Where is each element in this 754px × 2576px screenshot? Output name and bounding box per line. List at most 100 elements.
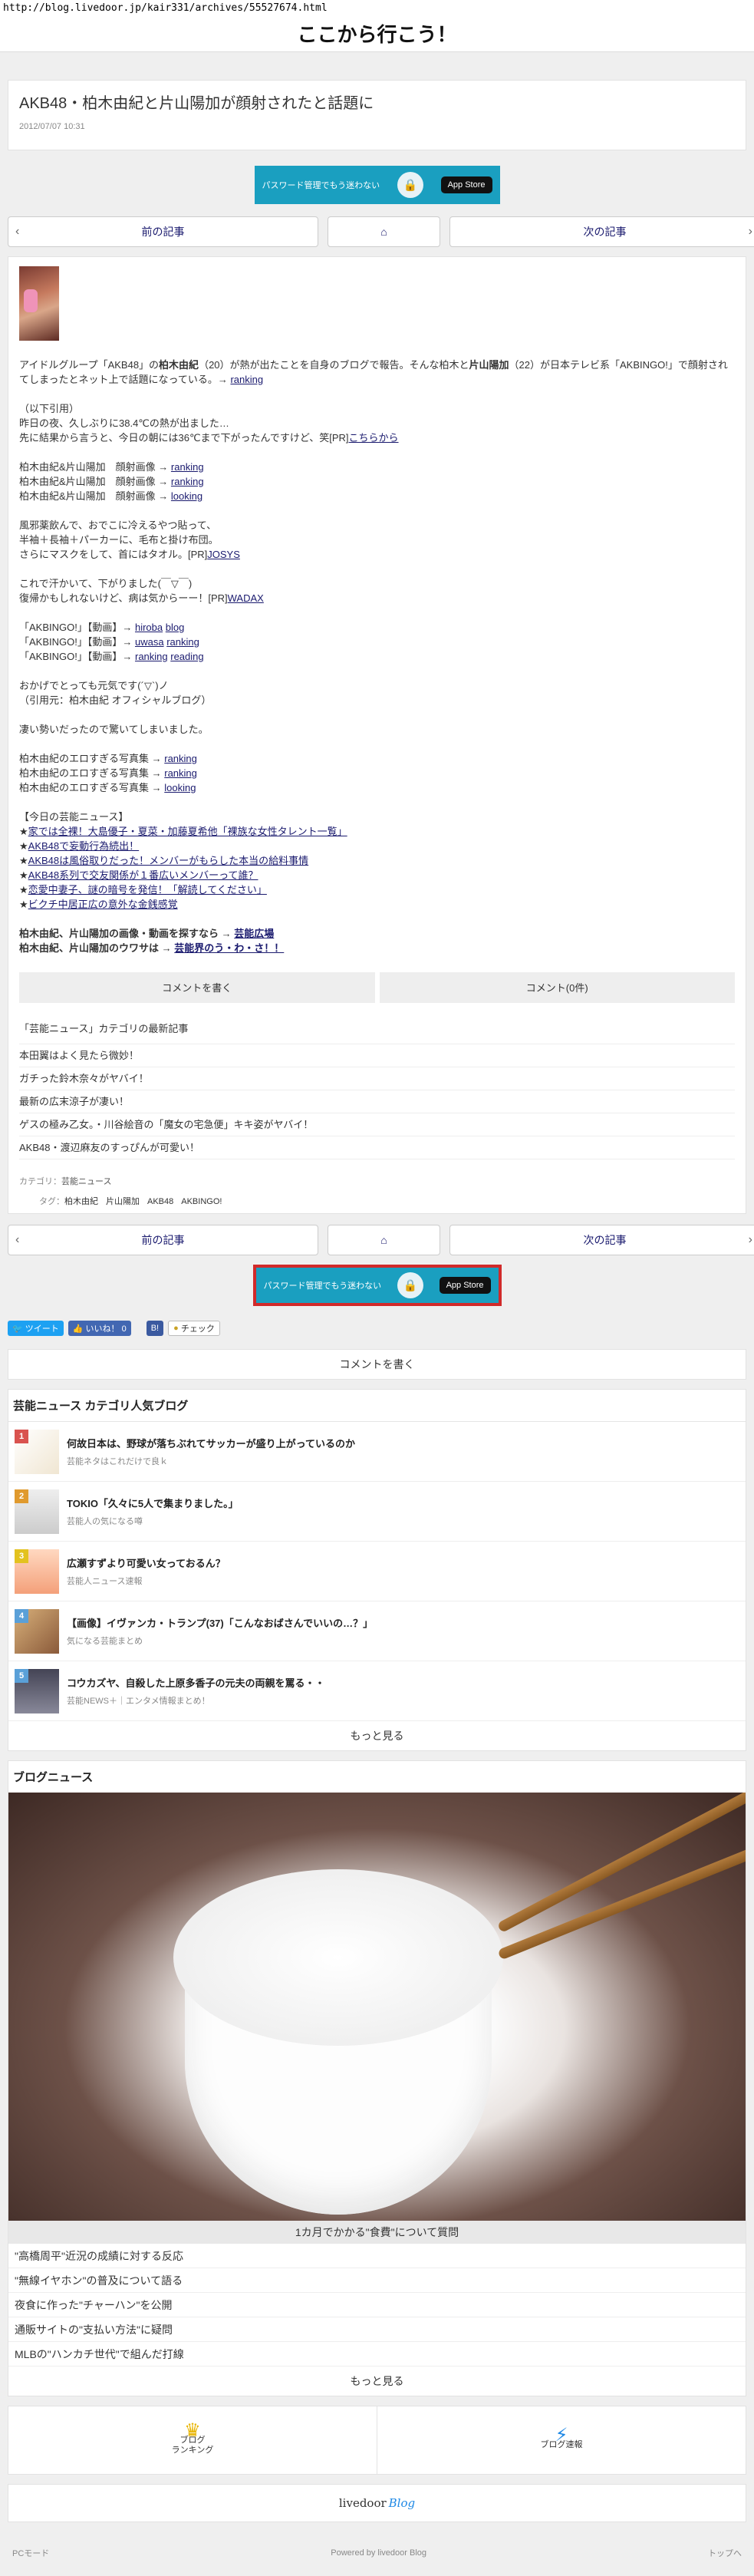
entry-date: 2012/07/07 10:31 [19, 122, 85, 131]
ranking-label-1: ブログ [179, 2435, 206, 2445]
video-link[interactable]: reading [170, 651, 203, 662]
text-line: これで汗かいて、下がりました(￣▽￣) [19, 578, 193, 589]
tag-link[interactable]: AKBINGO! [181, 1197, 222, 1206]
news-heading: 【今日の芸能ニュース】 [19, 811, 129, 823]
news-link[interactable]: AKB48で妄動行為続出！ [28, 840, 139, 852]
link-row: 柏木由紀&片山陽加 顔射画像 → ranking [19, 460, 735, 474]
popular-blog-item[interactable]: 5 コウカズヤ、自殺した上原多香子の元夫の両親を罵る・・ 芸能NEWS＋｜エンタメ情… [8, 1661, 746, 1721]
blog-news-item[interactable]: "無線イヤホン"の普及について語る [8, 2268, 746, 2293]
ranking-link[interactable]: ranking [230, 374, 263, 385]
next-article-button[interactable]: 次の記事 › [449, 216, 754, 247]
app-store-label: App Store [447, 180, 486, 190]
comment-count-button[interactable]: コメント(0件) [379, 972, 735, 1003]
tag-link[interactable]: 片山陽加 [106, 1197, 140, 1206]
blog-title[interactable]: ここから行こう！ [0, 17, 754, 52]
blog-news-item[interactable]: MLBの"ハンカチ世代"で組んだ打線 [8, 2342, 746, 2367]
pr-link[interactable]: WADAX [228, 592, 264, 604]
link-row: 柏木由紀のエロすぎる写真集 → ranking [19, 766, 735, 780]
link-row-link[interactable]: looking [171, 490, 202, 502]
link-row-link[interactable]: looking [164, 782, 196, 793]
social-buttons: 🐦 ツイート 👍 いいね！ 0 B! ● チェック [0, 1317, 754, 1340]
link-row: 柏木由紀のエロすぎる写真集 → looking [19, 780, 735, 795]
prev-article-button[interactable]: ‹ 前の記事 [8, 216, 318, 247]
home-button[interactable]: ⌂ [328, 216, 440, 247]
video-link[interactable]: uwasa [135, 636, 164, 648]
text-line: （引用元：柏木由紀 オフィシャルブログ） [19, 694, 212, 706]
video-link[interactable]: hiroba [135, 622, 163, 633]
text-line: 凄い勢いだったので驚いてしまいました。 [19, 724, 209, 735]
category-link[interactable]: 芸能ニュース [61, 1177, 111, 1186]
article-body: アイドルグループ「AKB48」の柏木由紀（20）が熱が出たことを自身のブログで報… [8, 256, 746, 1214]
link-row-link[interactable]: ranking [164, 753, 197, 764]
category-latest-item[interactable]: AKB48・渡辺麻友のすっぴんが可愛い！ [19, 1136, 735, 1159]
pr-link[interactable]: JOSYS [207, 549, 240, 560]
popular-more-button[interactable]: もっと見る [8, 1721, 746, 1750]
category-latest-item[interactable]: ガチった鈴木奈々がヤバイ！ [19, 1067, 735, 1090]
blog-ranking-button[interactable]: ♛ ブログ ランキング [8, 2406, 377, 2474]
tag-link[interactable]: 柏木由紀 [64, 1197, 98, 1206]
photo-caption[interactable]: 1カ月でかかる"食費"について質問 [8, 2221, 746, 2244]
link-row-label: 柏木由紀&片山陽加 顔射画像 → [19, 476, 169, 487]
popular-blog-item[interactable]: 3 広瀬すずより可愛い女っておるん？ 芸能人ニュース速報 [8, 1542, 746, 1601]
video-link[interactable]: ranking [166, 636, 199, 648]
category-latest-item[interactable]: ゲスの極み乙女。・川谷絵音の「魔女の宅急便」キキ姿がヤバイ！ [19, 1113, 735, 1136]
write-comment-link[interactable]: コメントを書く [8, 1349, 746, 1380]
write-comment-button[interactable]: コメントを書く [19, 972, 375, 1003]
video-link[interactable]: blog [166, 622, 185, 633]
facebook-like-button[interactable]: 👍 いいね！ 0 [67, 1321, 131, 1336]
news-flash-label: ブログ速報 [540, 2440, 583, 2449]
popular-blog-title: TOKIO「久々に5人で集まりました。」 [67, 1498, 239, 1509]
link-row-link[interactable]: ranking [171, 461, 204, 473]
hatena-bookmark-button[interactable]: B! [146, 1321, 164, 1336]
link-row-label: 柏木由紀&片山陽加 顔射画像 → [19, 490, 169, 502]
ad-text: パスワード管理でもう迷わない [263, 1281, 382, 1291]
blog-news-item[interactable]: 通販サイトの"支払い方法"に疑問 [8, 2317, 746, 2342]
geino-uwasa-link[interactable]: 芸能界のう・わ・さ！！ [174, 942, 284, 954]
article-thumbnail[interactable] [19, 266, 59, 341]
blog-news-more-button[interactable]: もっと見る [8, 2367, 746, 2396]
news-link[interactable]: 恋愛中妻子、謎の暗号を発信！「解読してください」 [28, 884, 267, 895]
text-line: さらにマスクをして、首にはタオル。[PR]JOSYS [19, 549, 240, 560]
next-article-button[interactable]: 次の記事 › [449, 1225, 754, 1255]
blog-news-item[interactable]: "高橋周平"近況の成績に対する反応 [8, 2244, 746, 2268]
footer-nav: ♛ ブログ ランキング ⚡ ブログ速報 [8, 2406, 746, 2475]
home-button[interactable]: ⌂ [328, 1225, 440, 1255]
popular-blog-item[interactable]: 4 【画像】イヴァンカ・トランプ(37)「こんなおばさんでいいの…？」 気になる芸能… [8, 1601, 746, 1661]
address-bar[interactable]: http://blog.livedoor.jp/kair331/archives… [0, 0, 754, 17]
link-row: 柏木由紀&片山陽加 顔射画像 → ranking [19, 474, 735, 489]
news-link[interactable]: AKB48系列で交友関係が１番広いメンバーって誰？ [28, 869, 258, 881]
news-link[interactable]: AKB48は風俗取りだった！メンバーがもらした本当の給料事情 [28, 855, 308, 866]
category-latest-item[interactable]: 本田翼はよく見たら微妙！ [19, 1044, 735, 1067]
popular-blog-item[interactable]: 2 TOKIO「久々に5人で集まりました。」 芸能人の気になる噂 [8, 1482, 746, 1542]
video-link-label: 「AKBINGO!」【動画】→ [19, 651, 133, 662]
video-link[interactable]: ranking [135, 651, 168, 662]
ranking-label-2: ランキング [171, 2445, 214, 2455]
rice-bowl-photo[interactable] [8, 1793, 746, 2221]
powered-by: Powered by livedoor Blog [331, 2548, 427, 2558]
mixi-check-button[interactable]: ● チェック [168, 1321, 220, 1336]
link-group-3: 柏木由紀のエロすぎる写真集 → ranking 柏木由紀のエロすぎる写真集 → r… [19, 751, 735, 795]
tag-link[interactable]: AKB48 [147, 1197, 173, 1206]
geino-hiroba-link[interactable]: 芸能広場 [234, 928, 274, 939]
rank-badge: 1 [15, 1429, 28, 1443]
video-link-row: 「AKBINGO!」【動画】→ hiroba blog [19, 620, 735, 635]
category-latest-item[interactable]: 最新の広末涼子が凄い！ [19, 1090, 735, 1113]
link-row-label: 柏木由紀&片山陽加 顔射画像 → [19, 461, 169, 473]
news-link[interactable]: ビクチ中居正広の意外な金銭感覚 [28, 899, 178, 910]
twitter-icon: 🐦 [12, 1324, 23, 1334]
logo-brand: livedoor [338, 2496, 387, 2510]
popular-blog-item[interactable]: 1 何故日本は、野球が落ちぶれてサッカーが盛り上がっているのか 芸能ネタはこれだけで… [8, 1422, 746, 1482]
blog-news-item[interactable]: 夜食に作った"チャーハン"を公開 [8, 2293, 746, 2317]
back-to-top-link[interactable]: トップへ [708, 2547, 742, 2559]
pr-link[interactable]: こちらから [349, 432, 399, 444]
link-row-link[interactable]: ranking [171, 476, 204, 487]
prev-article-button[interactable]: ‹ 前の記事 [8, 1225, 318, 1255]
ad-banner-bottom[interactable]: パスワード管理でもう迷わない 🔒 App Store [252, 1265, 502, 1306]
pc-mode-link[interactable]: PCモード [12, 2547, 49, 2559]
news-link[interactable]: 家では全裸！大島優子・夏菜・加藤夏希他「裸族な女性タレント一覧」 [28, 826, 347, 837]
ad-banner-top[interactable]: パスワード管理でもう迷わない 🔒 App Store [254, 166, 500, 204]
link-row-link[interactable]: ranking [164, 767, 197, 779]
tweet-button[interactable]: 🐦 ツイート [8, 1321, 64, 1336]
blog-news-flash-button[interactable]: ⚡ ブログ速報 [377, 2406, 746, 2474]
livedoor-blog-logo[interactable]: livedoor Blog [8, 2484, 746, 2522]
